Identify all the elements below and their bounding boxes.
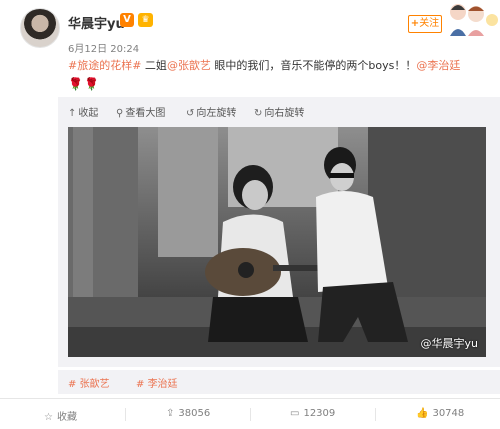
vip-badge-icon: V [120,13,134,27]
media-toolbar: ↑ 收起 ⚲ 查看大图 ↺ 向左旋转 ↻ 向右旋转 [58,97,500,125]
forward-count: 38056 [178,408,211,419]
post-text-part: 二姐 [141,59,167,72]
rotate-right-label: 向右旋转 [264,108,305,119]
post-text: #旅途的花样# 二姐@张歆艺 眼中的我们，音乐不能停的两个boys！！@李治廷 [68,57,493,75]
favorite-label: 收藏 [56,412,77,423]
topic-link[interactable]: # 张歆艺 [68,375,110,390]
collapse-button[interactable]: ↑ 收起 [68,104,98,119]
divider [125,408,126,421]
forward-icon: ⇪ [166,408,175,419]
mention-link[interactable]: @张歆艺 [167,59,211,72]
rotate-right-icon: ↻ [254,108,263,119]
hash-icon: # [68,379,80,390]
avatar[interactable] [20,8,60,48]
favorite-button[interactable]: ☆ 收藏 [44,408,77,423]
post-text-part: 眼中的我们，音乐不能停的两个boys！！ [210,59,417,72]
rose-emoji-icon: 🌹🌹 [68,77,100,91]
photo-watermark: @华晨宇yu [420,337,478,350]
topic-label: 李治廷 [147,379,178,390]
star-icon: ☆ [44,412,53,423]
comment-icon: ▭ [290,408,300,419]
rotate-left-button[interactable]: ↺ 向左旋转 [186,104,236,119]
topic-tag-link[interactable]: #旅途的花样# [68,59,141,72]
post-time[interactable]: 6月12日 20:24 [68,40,139,55]
like-count: 30748 [432,408,465,419]
collapse-arrow-icon: ↑ [68,108,77,119]
rotate-left-label: 向左旋转 [196,108,237,119]
rotate-left-icon: ↺ [186,108,195,119]
comment-button[interactable]: ▭ 12309 [290,408,335,419]
username[interactable]: 华晨宇yu [68,13,125,32]
topic-link[interactable]: # 李治廷 [136,375,178,390]
mention-link[interactable]: @李治廷 [416,59,460,72]
crown-badge-icon: ♛ [138,13,153,27]
photo-illustration [68,127,486,357]
divider [375,408,376,421]
view-large-label: 查看大图 [125,108,166,119]
comment-count: 12309 [303,408,336,419]
follow-button[interactable]: +关注 [408,15,442,33]
plus-icon: + [410,18,420,29]
view-large-button[interactable]: ⚲ 查看大图 [116,104,165,119]
topic-label: 张歆艺 [79,379,110,390]
follow-label: 关注 [419,18,440,29]
thumbs-up-icon: 👍 [416,408,429,419]
hash-icon: # [136,379,148,390]
rotate-right-button[interactable]: ↻ 向右旋转 [254,104,304,119]
topic-row: # 张歆艺 # 李治廷 [58,370,500,394]
magnifier-icon: ⚲ [116,108,124,119]
like-button[interactable]: 👍 30748 [416,408,464,419]
decorative-card-icon [450,4,498,36]
collapse-label: 收起 [78,108,99,119]
divider [250,408,251,421]
action-bar: ☆ 收藏 ⇪ 38056 ▭ 12309 👍 30748 [0,398,500,429]
media-box: ↑ 收起 ⚲ 查看大图 ↺ 向左旋转 ↻ 向右旋转 @华晨宇yu [58,97,500,367]
post-photo[interactable]: @华晨宇yu [68,127,486,357]
forward-button[interactable]: ⇪ 38056 [166,408,210,419]
